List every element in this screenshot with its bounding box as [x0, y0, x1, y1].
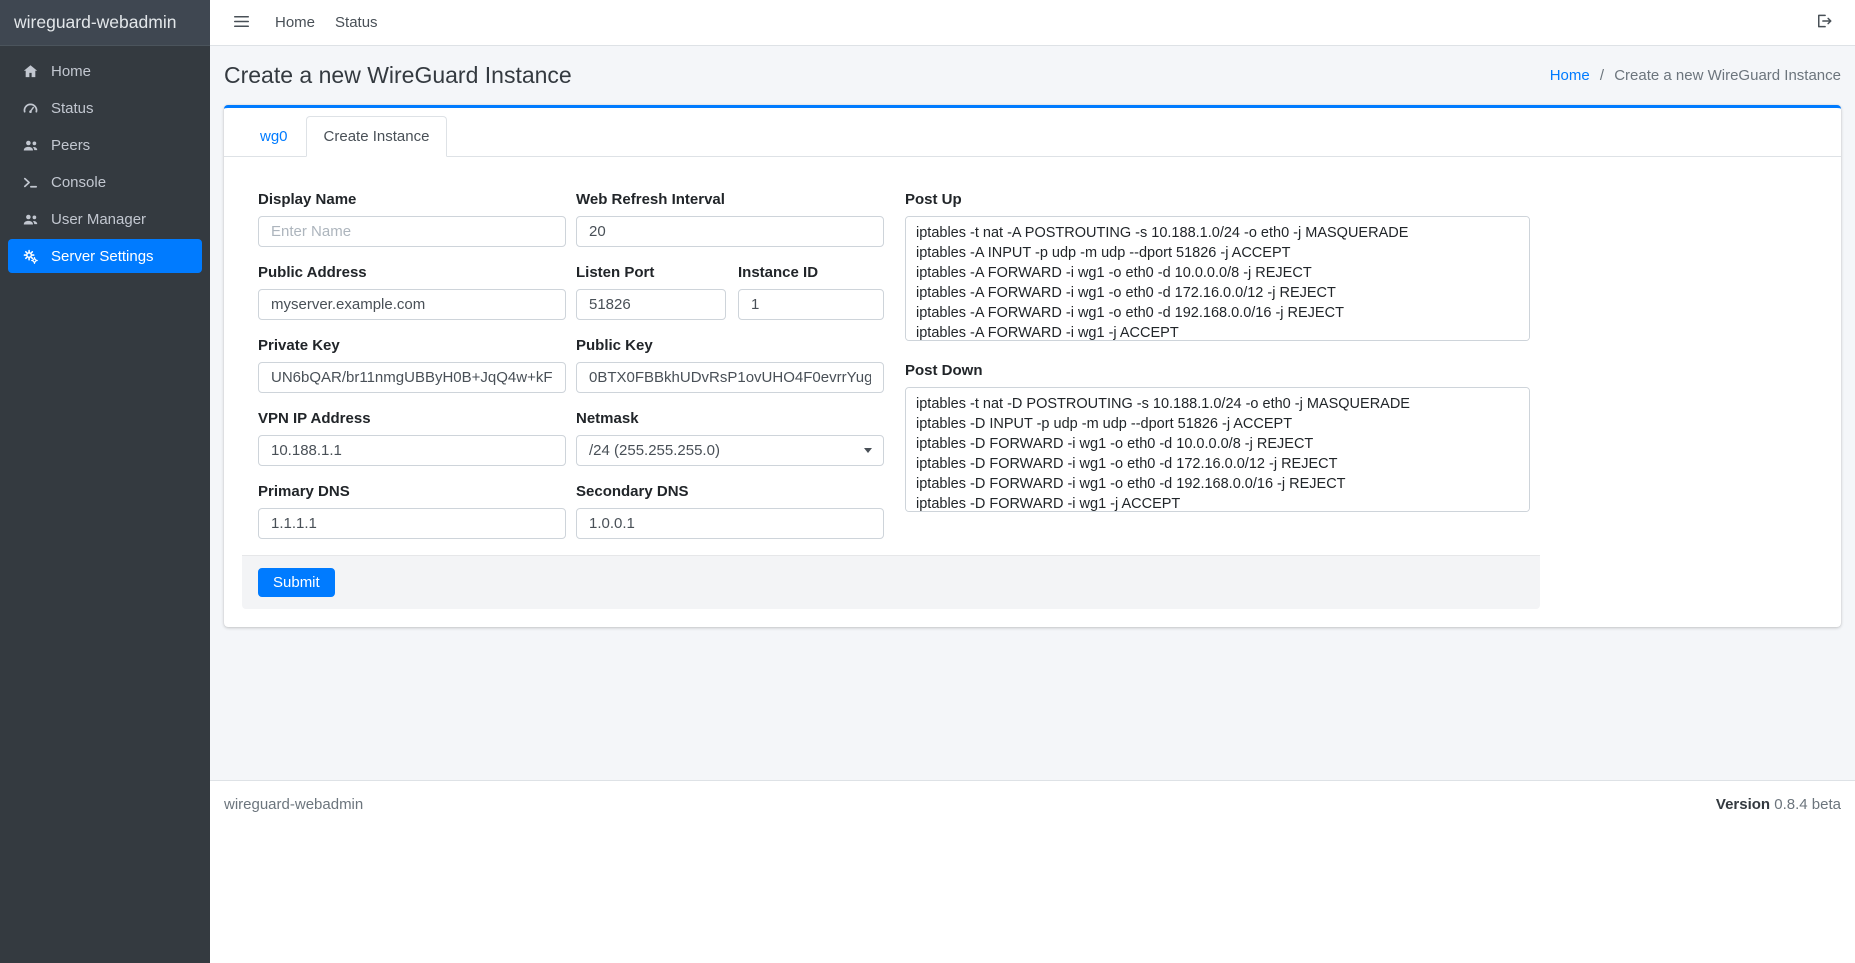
sidebar-toggle-button[interactable]	[226, 8, 257, 38]
footer-version-label: Version	[1716, 796, 1770, 813]
post-down-textarea[interactable]: iptables -t nat -D POSTROUTING -s 10.188…	[905, 387, 1530, 512]
listen-port-group: Listen Port	[576, 264, 726, 320]
private-key-input[interactable]	[258, 362, 566, 393]
public-address-group: Public Address	[258, 264, 566, 320]
private-key-label: Private Key	[258, 337, 566, 354]
post-down-label: Post Down	[905, 362, 1530, 379]
public-key-input[interactable]	[576, 362, 884, 393]
sidebar-item-home[interactable]: Home	[8, 54, 202, 88]
instance-card: wg0 Create Instance Display Name	[224, 105, 1841, 627]
secondary-dns-group: Secondary DNS	[576, 483, 884, 539]
status-icon	[18, 100, 42, 117]
public-key-group: Public Key	[576, 337, 884, 393]
post-down-group: Post Down iptables -t nat -D POSTROUTING…	[905, 362, 1530, 516]
home-icon	[18, 63, 42, 80]
private-key-group: Private Key	[258, 337, 566, 393]
display-name-label: Display Name	[258, 191, 566, 208]
vpn-ip-label: VPN IP Address	[258, 410, 566, 427]
post-up-label: Post Up	[905, 191, 1530, 208]
form-right-column: Post Up iptables -t nat -A POSTROUTING -…	[905, 191, 1530, 539]
user-manager-icon	[18, 211, 42, 228]
form-left-columns: Display Name Web Refresh Interval Public	[258, 191, 884, 539]
breadcrumb-current: Create a new WireGuard Instance	[1614, 67, 1841, 84]
footer-version: Version 0.8.4 beta	[1716, 796, 1841, 813]
post-up-group: Post Up iptables -t nat -A POSTROUTING -…	[905, 191, 1530, 345]
tab-create-instance[interactable]: Create Instance	[306, 116, 448, 157]
display-name-input[interactable]	[258, 216, 566, 247]
instance-tabs: wg0 Create Instance	[242, 116, 1823, 157]
port-and-id-row: Listen Port Instance ID	[576, 264, 884, 320]
app-root: wireguard-webadmin Home Status Peers	[0, 0, 1855, 963]
topnav-home-link[interactable]: Home	[265, 14, 325, 31]
listen-port-label: Listen Port	[576, 264, 726, 281]
sidebar-nav: Home Status Peers Console	[0, 46, 210, 276]
sidebar-item-label: Home	[51, 63, 91, 80]
sidebar-item-label: Status	[51, 100, 94, 117]
hamburger-icon	[232, 12, 251, 34]
tab-wg0[interactable]: wg0	[242, 116, 306, 157]
instance-id-input[interactable]	[738, 289, 884, 320]
console-icon	[18, 174, 42, 191]
sidebar-item-label: User Manager	[51, 211, 146, 228]
primary-dns-group: Primary DNS	[258, 483, 566, 539]
primary-dns-label: Primary DNS	[258, 483, 566, 500]
listen-port-input[interactable]	[576, 289, 726, 320]
page-title: Create a new WireGuard Instance	[224, 62, 572, 89]
topbar: Home Status	[210, 0, 1855, 46]
vpn-ip-input[interactable]	[258, 435, 566, 466]
sidebar-item-user-manager[interactable]: User Manager	[8, 202, 202, 236]
netmask-select[interactable]: /24 (255.255.255.0)	[576, 435, 884, 466]
footer-version-value: 0.8.4 beta	[1774, 796, 1841, 813]
display-name-group: Display Name	[258, 191, 566, 247]
instance-tabs-header: wg0 Create Instance	[224, 108, 1841, 157]
form-footer: Submit	[242, 555, 1540, 609]
page-header: Create a new WireGuard Instance Home / C…	[224, 62, 1841, 89]
footer-brand: wireguard-webadmin	[224, 796, 363, 813]
netmask-group: Netmask /24 (255.255.255.0)	[576, 410, 884, 466]
breadcrumb-home-link[interactable]: Home	[1550, 67, 1590, 84]
topnav-status-link[interactable]: Status	[325, 14, 388, 31]
sidebar-item-peers[interactable]: Peers	[8, 128, 202, 162]
breadcrumb: Home / Create a new WireGuard Instance	[1550, 67, 1841, 84]
vpn-ip-group: VPN IP Address	[258, 410, 566, 466]
web-refresh-interval-group: Web Refresh Interval	[576, 191, 884, 247]
instance-id-label: Instance ID	[738, 264, 884, 281]
create-instance-form: Display Name Web Refresh Interval Public	[242, 175, 1540, 609]
web-refresh-interval-label: Web Refresh Interval	[576, 191, 884, 208]
post-up-textarea[interactable]: iptables -t nat -A POSTROUTING -s 10.188…	[905, 216, 1530, 341]
sidebar-item-server-settings[interactable]: Server Settings	[8, 239, 202, 273]
logout-icon	[1815, 12, 1833, 33]
peers-icon	[18, 137, 42, 154]
public-address-label: Public Address	[258, 264, 566, 281]
submit-button[interactable]: Submit	[258, 568, 335, 597]
secondary-dns-input[interactable]	[576, 508, 884, 539]
secondary-dns-label: Secondary DNS	[576, 483, 884, 500]
sidebar-item-console[interactable]: Console	[8, 165, 202, 199]
primary-dns-input[interactable]	[258, 508, 566, 539]
brand-link[interactable]: wireguard-webadmin	[0, 0, 210, 46]
server-settings-icon	[18, 248, 42, 265]
main-column: Home Status Create a new WireGuard Insta…	[210, 0, 1855, 963]
sidebar-item-label: Console	[51, 174, 106, 191]
netmask-label: Netmask	[576, 410, 884, 427]
web-refresh-interval-input[interactable]	[576, 216, 884, 247]
public-key-label: Public Key	[576, 337, 884, 354]
form-body: Display Name Web Refresh Interval Public	[242, 175, 1540, 555]
content-area: Create a new WireGuard Instance Home / C…	[210, 46, 1855, 780]
sidebar: wireguard-webadmin Home Status Peers	[0, 0, 210, 963]
logout-button[interactable]	[1809, 8, 1839, 37]
breadcrumb-separator: /	[1600, 67, 1604, 84]
page-footer: wireguard-webadmin Version 0.8.4 beta	[210, 780, 1855, 963]
sidebar-item-label: Server Settings	[51, 248, 154, 265]
sidebar-item-label: Peers	[51, 137, 90, 154]
netmask-select-wrap: /24 (255.255.255.0)	[576, 435, 884, 466]
sidebar-item-status[interactable]: Status	[8, 91, 202, 125]
instance-card-body: Display Name Web Refresh Interval Public	[224, 157, 1841, 627]
public-address-input[interactable]	[258, 289, 566, 320]
instance-id-group: Instance ID	[738, 264, 884, 320]
